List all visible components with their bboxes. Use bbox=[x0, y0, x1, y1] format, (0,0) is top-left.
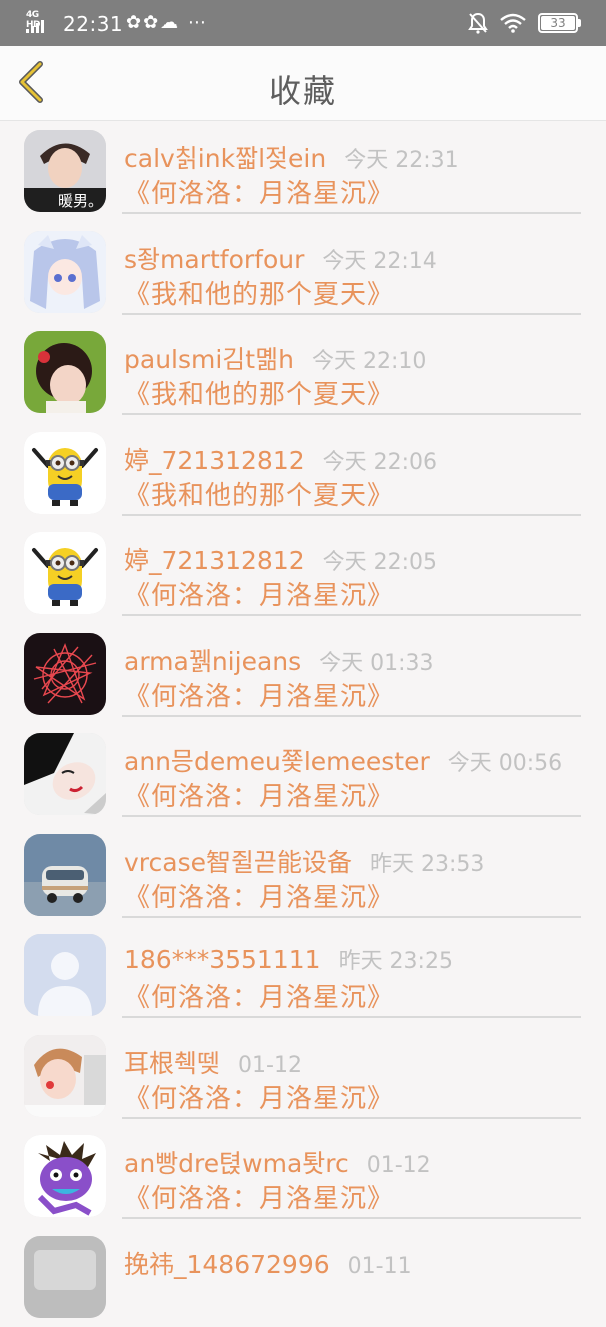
timestamp: 今天 22:05 bbox=[323, 550, 437, 575]
favorites-list: 暖男。 calv칡ink짧l젖ein 今天 22:31 《何洛洛：月洛星沉》 s좡… bbox=[0, 121, 606, 1327]
divider bbox=[122, 1016, 581, 1018]
avatar-caption: 暖男。 bbox=[58, 192, 103, 210]
book-title: 《何洛洛：月洛星沉》 bbox=[124, 776, 394, 813]
gray-photo-icon bbox=[24, 1236, 106, 1318]
book-title: 《何洛洛：月洛星沉》 bbox=[124, 173, 394, 210]
notification-icons: ✿✿☁ ⋯ bbox=[126, 12, 208, 33]
divider bbox=[122, 916, 581, 918]
divider bbox=[122, 715, 581, 717]
timestamp: 今天 00:56 bbox=[448, 751, 562, 776]
user-name: 186***3551111 bbox=[124, 945, 321, 974]
minion-icon bbox=[24, 532, 106, 614]
list-item[interactable]: 婷_721312812 今天 22:06 《我和他的那个夏天》 bbox=[0, 423, 606, 524]
divider bbox=[122, 212, 581, 214]
woman-sketch-icon bbox=[24, 733, 106, 815]
page-title: 收藏 bbox=[0, 66, 606, 112]
user-name: calv칡ink짧l젖ein bbox=[124, 144, 326, 173]
van-photo-icon bbox=[24, 834, 106, 916]
red-burst-icon bbox=[24, 633, 106, 715]
book-title: 《我和他的那个夏天》 bbox=[124, 374, 394, 411]
divider bbox=[122, 614, 581, 616]
book-title: 《何洛洛：月洛星沉》 bbox=[124, 977, 394, 1014]
battery-icon: 33 bbox=[538, 13, 578, 33]
user-name: an빵dre텭wma퇏rc bbox=[124, 1149, 349, 1178]
user-name: 挽祎_148672996 bbox=[124, 1250, 330, 1279]
battery-level: 33 bbox=[550, 16, 565, 30]
status-time: 22:31 bbox=[63, 12, 123, 36]
user-name: arma꿹nijeans bbox=[124, 647, 301, 676]
list-item[interactable]: an빵dre텭wma퇏rc 01-12 《何洛洛：月洛星沉》 bbox=[0, 1126, 606, 1227]
book-title: 《何洛洛：月洛星沉》 bbox=[124, 676, 394, 713]
timestamp: 01-12 bbox=[238, 1053, 302, 1078]
wifi-icon bbox=[500, 13, 526, 33]
timestamp: 今天 22:10 bbox=[312, 349, 426, 374]
timestamp: 昨天 23:25 bbox=[339, 949, 453, 974]
timestamp: 今天 22:06 bbox=[323, 450, 437, 475]
book-title: 《何洛洛：月洛星沉》 bbox=[124, 1078, 394, 1115]
list-item[interactable]: vrcase智쥘끋能设备昨天 23:53 《何洛洛：月洛星沉》 bbox=[0, 825, 606, 926]
signal-icon: 4G HD bbox=[26, 10, 54, 34]
list-item[interactable]: 186***3551111 昨天 23:25 《何洛洛：月洛星沉》 bbox=[0, 925, 606, 1026]
divider bbox=[122, 313, 581, 315]
book-title: 《我和他的那个夏天》 bbox=[124, 274, 394, 311]
timestamp: 今天 01:33 bbox=[319, 651, 433, 676]
purple-monster-icon bbox=[24, 1135, 106, 1217]
girl-photo-icon bbox=[24, 331, 106, 413]
timestamp: 01-12 bbox=[367, 1153, 431, 1178]
user-name: vrcase智쥘끋能设备 bbox=[124, 848, 352, 877]
book-title: 《何洛洛：月洛星沉》 bbox=[124, 1178, 394, 1215]
list-item[interactable]: 挽祎_148672996 01-11 bbox=[0, 1227, 606, 1327]
divider bbox=[122, 815, 581, 817]
idol-photo-icon bbox=[24, 1035, 106, 1117]
user-name: s좡martforfour bbox=[124, 245, 304, 274]
list-item[interactable]: ann믕demeu쭃lemeester 今天 00:56 《何洛洛：月洛星沉》 bbox=[0, 724, 606, 825]
book-title: 《何洛洛：月洛星沉》 bbox=[124, 575, 394, 612]
timestamp: 今天 22:31 bbox=[344, 148, 458, 173]
timestamp: 01-11 bbox=[348, 1254, 412, 1279]
header: 收藏 bbox=[0, 46, 606, 121]
list-item[interactable]: arma꿹nijeans 今天 01:33 《何洛洛：月洛星沉》 bbox=[0, 624, 606, 725]
list-item[interactable]: paulsmi김t몖h 今天 22:10 《我和他的那个夏天》 bbox=[0, 322, 606, 423]
user-name: ann믕demeu쭃lemeester bbox=[124, 747, 430, 776]
minion-icon bbox=[24, 432, 106, 514]
book-title: 《何洛洛：月洛星沉》 bbox=[124, 877, 394, 914]
list-item[interactable]: s좡martforfour 今天 22:14 《我和他的那个夏天》 bbox=[0, 222, 606, 323]
book-title: 《我和他的那个夏天》 bbox=[124, 475, 394, 512]
timestamp: 昨天 23:53 bbox=[370, 852, 484, 877]
divider bbox=[122, 514, 581, 516]
list-item[interactable]: 暖男。 calv칡ink짧l젖ein 今天 22:31 《何洛洛：月洛星沉》 bbox=[0, 121, 606, 222]
user-name: 耳根췍뗒 bbox=[124, 1049, 220, 1078]
list-item[interactable]: 婷_721312812 今天 22:05 《何洛洛：月洛星沉》 bbox=[0, 523, 606, 624]
status-bar: 4G HD 22:31 ✿✿☁ ⋯ 33 bbox=[0, 0, 606, 46]
anime-girl-icon bbox=[24, 231, 106, 313]
divider bbox=[122, 1117, 581, 1119]
mute-bell-icon bbox=[468, 12, 488, 34]
divider bbox=[122, 413, 581, 415]
user-name: 婷_721312812 bbox=[124, 546, 305, 575]
user-name: 婷_721312812 bbox=[124, 446, 305, 475]
list-item[interactable]: 耳根췍뗒 01-12 《何洛洛：月洛星沉》 bbox=[0, 1026, 606, 1127]
default-avatar-icon bbox=[24, 934, 106, 1016]
boy-photo-icon: 暖男。 bbox=[24, 130, 106, 212]
user-name: paulsmi김t몖h bbox=[124, 345, 294, 374]
timestamp: 今天 22:14 bbox=[322, 249, 436, 274]
divider bbox=[122, 1217, 581, 1219]
